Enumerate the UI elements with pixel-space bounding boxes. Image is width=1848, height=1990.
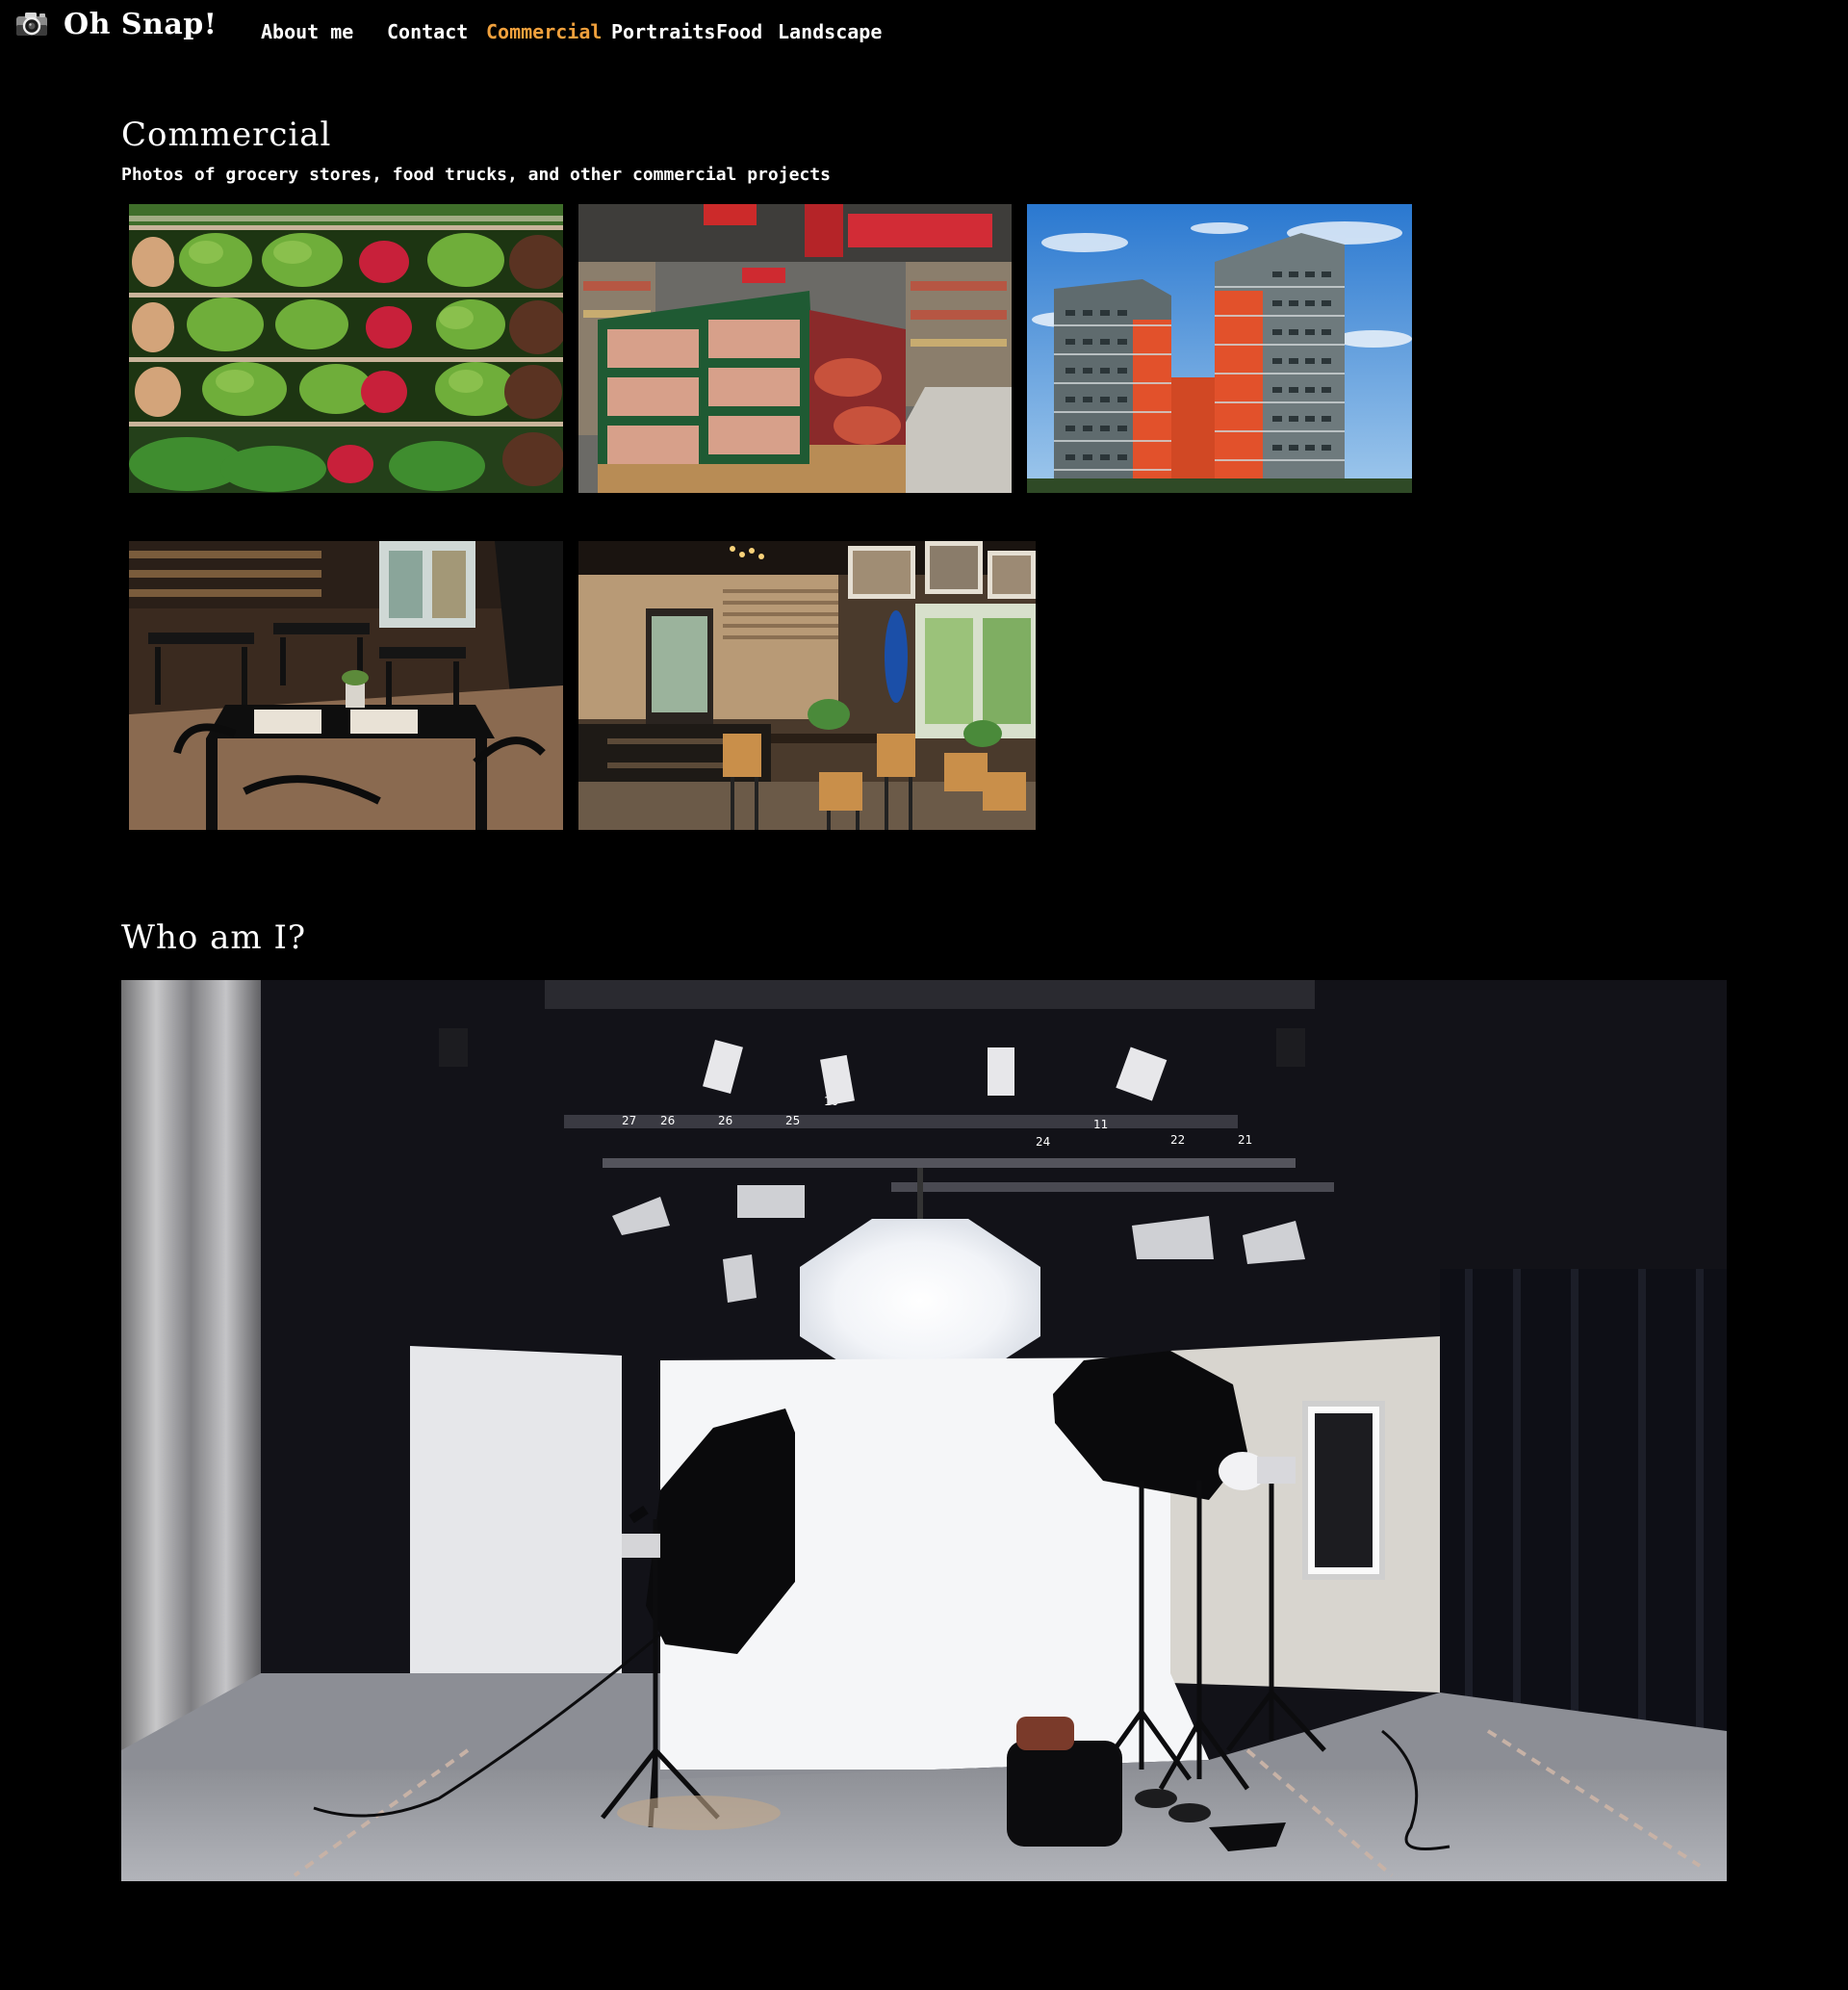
commercial-title: Commercial	[121, 116, 332, 154]
site-header: Oh Snap! About me Contact Commercial Por…	[0, 0, 1848, 62]
site-logo-text[interactable]: Oh Snap!	[64, 7, 217, 43]
nav-about-me[interactable]: About me	[261, 19, 353, 44]
gallery-photo-grocery-produce[interactable]	[129, 204, 563, 493]
nav-landscape[interactable]: Landscape	[778, 19, 882, 44]
svg-text:22: 22	[1170, 1133, 1185, 1147]
gallery-photo-supermarket-aisle[interactable]	[578, 204, 1012, 493]
nav-contact[interactable]: Contact	[387, 19, 468, 44]
svg-text:26: 26	[718, 1114, 732, 1127]
who-am-i-title: Who am I?	[121, 918, 307, 957]
gallery-photo-restaurant-tables[interactable]	[129, 541, 563, 830]
svg-text:11: 11	[1093, 1118, 1108, 1131]
gallery-photo-cafe-interior[interactable]	[578, 541, 1036, 830]
gallery-photo-apartment-towers[interactable]	[1027, 204, 1412, 493]
svg-text:21: 21	[1238, 1133, 1252, 1147]
nav-commercial[interactable]: Commercial	[486, 19, 602, 44]
camera-icon[interactable]	[15, 10, 48, 37]
svg-text:27: 27	[622, 1114, 636, 1127]
nav-portraits[interactable]: Portraits	[611, 19, 715, 44]
photo-studio-image: 2726 2625 1124 2221 10	[121, 980, 1727, 1881]
commercial-subtitle: Photos of grocery stores, food trucks, a…	[121, 165, 831, 185]
svg-text:25: 25	[785, 1114, 800, 1127]
svg-text:24: 24	[1036, 1135, 1050, 1149]
svg-text:26: 26	[660, 1114, 675, 1127]
nav-food[interactable]: Food	[716, 19, 762, 44]
